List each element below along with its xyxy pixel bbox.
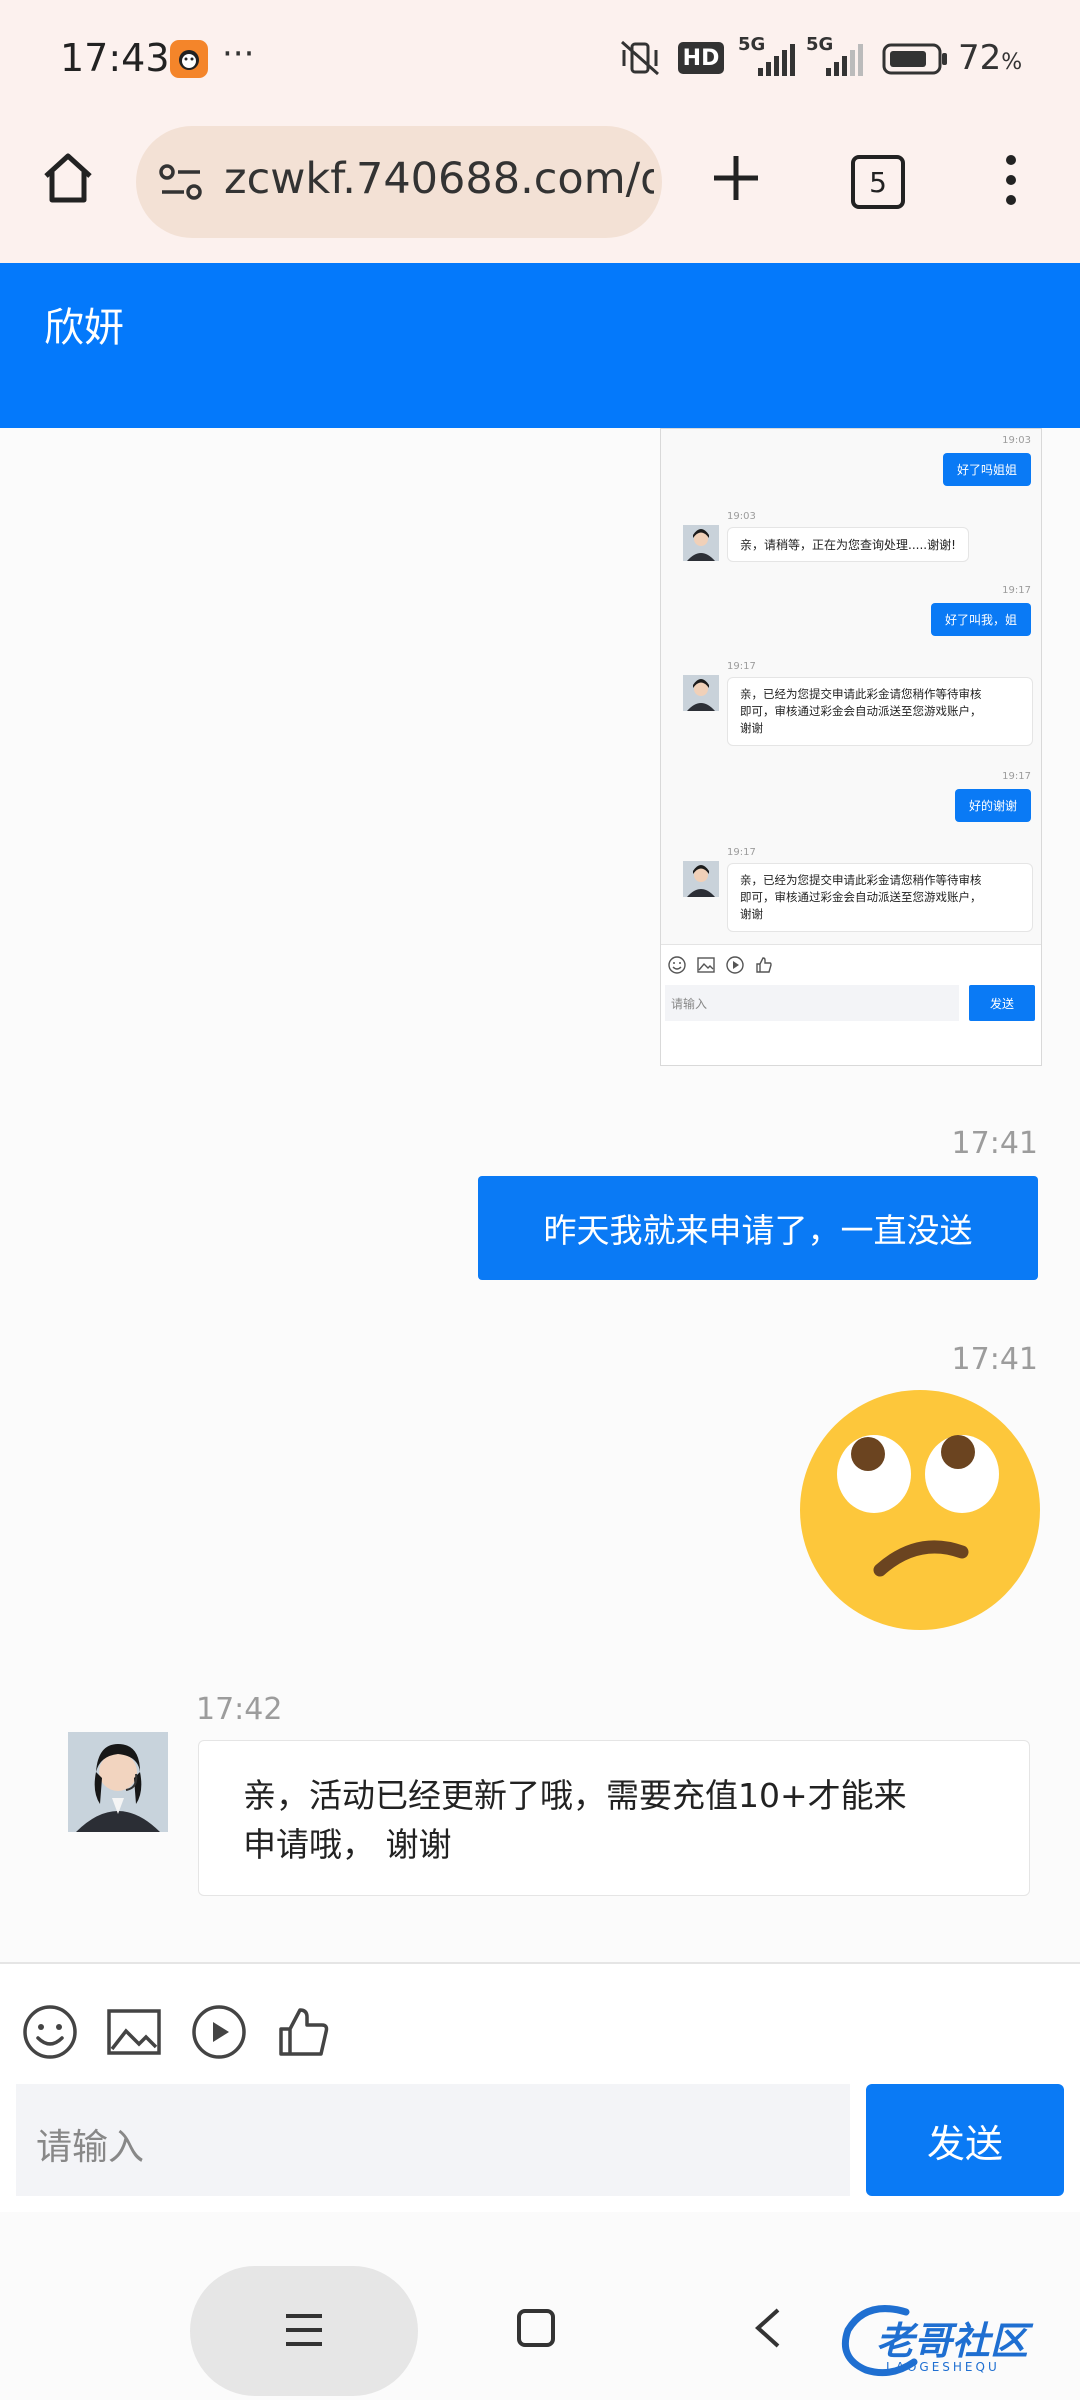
- emoji-icon[interactable]: [22, 2004, 78, 2064]
- agent-avatar[interactable]: [68, 1732, 168, 1832]
- screenshot-timestamp: 19:17: [727, 661, 756, 672]
- message-line: 亲，已经为您提交申请此彩金请您稍作等待审核: [740, 687, 982, 701]
- message-line: 即可，审核通过彩金会自动派送至您游戏账户，: [740, 704, 982, 718]
- screenshot-emoji-icon: [667, 955, 687, 979]
- home-icon[interactable]: [38, 148, 98, 212]
- screenshot-user-message: 好的谢谢: [954, 789, 1031, 822]
- message-line: 申请哦， 谢谢: [243, 1825, 452, 1864]
- screenshot-user-message: 好了吗姐姐: [942, 453, 1031, 486]
- message-line: 谢谢: [740, 721, 763, 735]
- divider: [661, 944, 1041, 945]
- screenshot-agent-avatar: [683, 861, 719, 897]
- screenshot-image[interactable]: 19:03 好了吗姐姐 19:03 亲，请稍等，正在为您查询处理.....谢谢!…: [660, 428, 1042, 1066]
- app-notification-icon: [170, 40, 208, 78]
- screenshot-like-icon: [754, 955, 774, 979]
- screenshot-send-button: 发送: [969, 985, 1035, 1021]
- agent-message-text: 亲，活动已经更新了哦，需要充值10+才能来 申请哦， 谢谢: [243, 1771, 907, 1869]
- screenshot-input-placeholder: 请输入: [671, 997, 708, 1011]
- screenshot-input: 请输入: [665, 985, 959, 1021]
- message-line: 亲，活动已经更新了哦，需要充值10+才能来: [243, 1776, 907, 1815]
- nav-back-icon[interactable]: [752, 2306, 782, 2354]
- watermark-logo: 老哥社区 LAOGESHEQU: [836, 2300, 1066, 2380]
- screenshot-timestamp: 19:03: [1002, 435, 1031, 446]
- new-tab-icon[interactable]: [706, 148, 766, 212]
- status-bar: 17:43 ··· HD 5G 5G 72%: [0, 0, 1080, 118]
- menu-lines-icon: [284, 2310, 324, 2354]
- screenshot-video-icon: [725, 955, 745, 979]
- battery-icon: [882, 42, 950, 80]
- chat-title: 欣妍: [44, 305, 124, 351]
- message-input-placeholder: 请输入: [36, 2127, 145, 2168]
- browser-toolbar: zcwkf.740688.com/d 5: [0, 118, 1080, 263]
- address-bar[interactable]: zcwkf.740688.com/d: [136, 126, 662, 238]
- message-timestamp: 17:42: [196, 1692, 283, 1727]
- message-timestamp: 17:41: [951, 1126, 1038, 1161]
- site-settings-icon[interactable]: [158, 162, 204, 206]
- signal-icon-2: [806, 42, 868, 82]
- screenshot-agent-message: 亲，已经为您提交申请此彩金请您稍作等待审核 即可，审核通过彩金会自动派送至您游戏…: [727, 863, 1033, 932]
- send-button[interactable]: 发送: [866, 2084, 1064, 2196]
- message-timestamp: 17:41: [951, 1342, 1038, 1377]
- message-line: 即可，审核通过彩金会自动派送至您游戏账户，: [740, 890, 982, 904]
- screenshot-image-icon: [696, 955, 716, 979]
- watermark-title: 老哥社区: [876, 2319, 1029, 2363]
- rolling-eyes-emoji-icon[interactable]: [798, 1388, 1042, 1636]
- chat-header: 欣妍: [0, 263, 1080, 428]
- message-line: 谢谢: [740, 907, 763, 921]
- screenshot-timestamp: 19:17: [1002, 585, 1031, 596]
- screenshot-timestamp: 19:03: [727, 511, 756, 522]
- screenshot-agent-message: 亲，请稍等，正在为您查询处理.....谢谢!: [727, 527, 969, 562]
- more-notifications-icon: ···: [222, 34, 255, 74]
- menu-icon[interactable]: [998, 152, 1024, 212]
- watermark-subtitle: LAOGESHEQU: [886, 2360, 1000, 2374]
- screenshot-agent-avatar: [683, 525, 719, 561]
- tab-switcher-button[interactable]: 5: [851, 155, 905, 209]
- agent-message-bubble[interactable]: 亲，活动已经更新了哦，需要充值10+才能来 申请哦， 谢谢: [198, 1740, 1030, 1896]
- nav-menu-button[interactable]: [190, 2266, 418, 2396]
- screenshot-agent-avatar: [683, 675, 719, 711]
- vibrate-off-icon: [618, 38, 662, 82]
- message-input[interactable]: 请输入: [16, 2084, 850, 2196]
- video-icon[interactable]: [191, 2004, 247, 2064]
- user-message-bubble[interactable]: 昨天我就来申请了，一直没送: [478, 1176, 1038, 1280]
- screenshot-agent-message: 亲，已经为您提交申请此彩金请您稍作等待审核 即可，审核通过彩金会自动派送至您游戏…: [727, 677, 1033, 746]
- screenshot-timestamp: 19:17: [1002, 771, 1031, 782]
- image-icon[interactable]: [106, 2004, 162, 2064]
- screenshot-timestamp: 19:17: [727, 847, 756, 858]
- url-text[interactable]: zcwkf.740688.com/d: [224, 154, 654, 204]
- like-icon[interactable]: [276, 2004, 332, 2064]
- screenshot-user-message: 好了叫我，姐: [930, 603, 1031, 636]
- battery-level: 72%: [958, 38, 1023, 78]
- signal-icon-1: [738, 42, 800, 82]
- hd-icon: HD: [678, 42, 724, 74]
- message-line: 亲，已经为您提交申请此彩金请您稍作等待审核: [740, 873, 982, 887]
- nav-home-icon[interactable]: [516, 2308, 556, 2352]
- status-time: 17:43: [60, 36, 170, 80]
